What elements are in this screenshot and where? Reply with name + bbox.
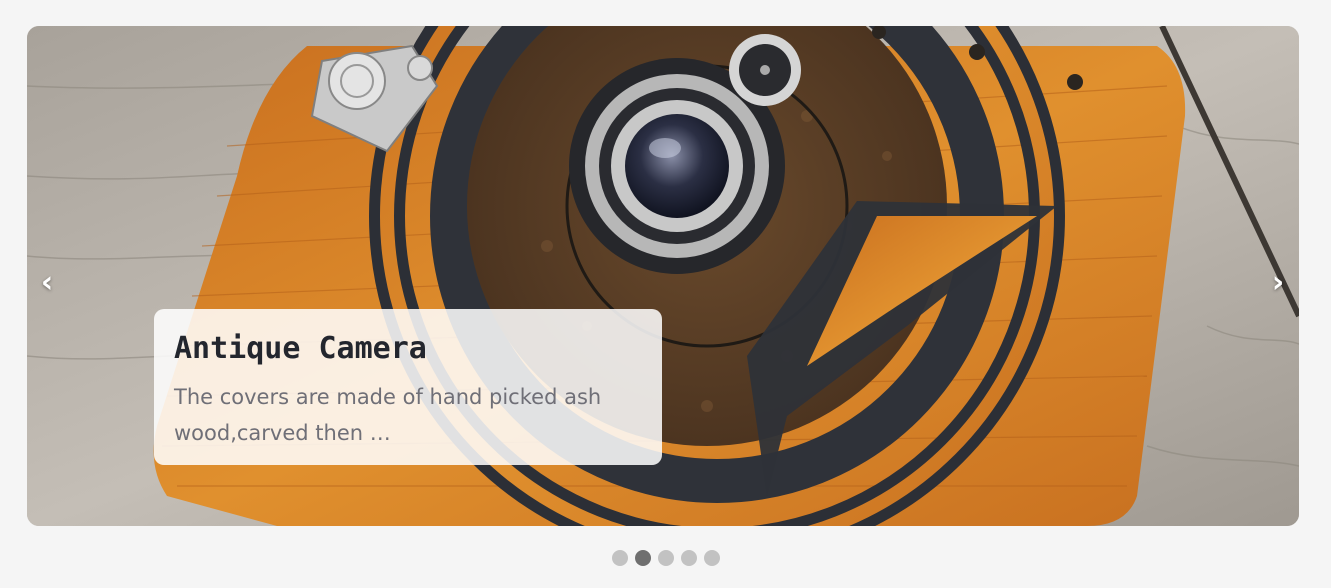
slide-caption: Antique Camera The covers are made of ha… [154,309,662,465]
image-carousel[interactable]: ‹ › Antique Camera The covers are made o… [27,26,1299,526]
pagination-dot-1[interactable] [611,550,628,566]
pagination-dot-4[interactable] [680,550,697,566]
carousel-pagination [0,550,1331,566]
next-slide-arrow[interactable]: › [1258,262,1298,302]
pagination-dot-5[interactable] [703,550,720,566]
pagination-dot-2[interactable] [634,550,651,566]
caption-title: Antique Camera [174,331,427,366]
pagination-dot-3[interactable] [657,550,674,566]
caption-text: The covers are made of hand picked ash w… [174,385,602,445]
previous-slide-arrow[interactable]: ‹ [27,262,67,302]
